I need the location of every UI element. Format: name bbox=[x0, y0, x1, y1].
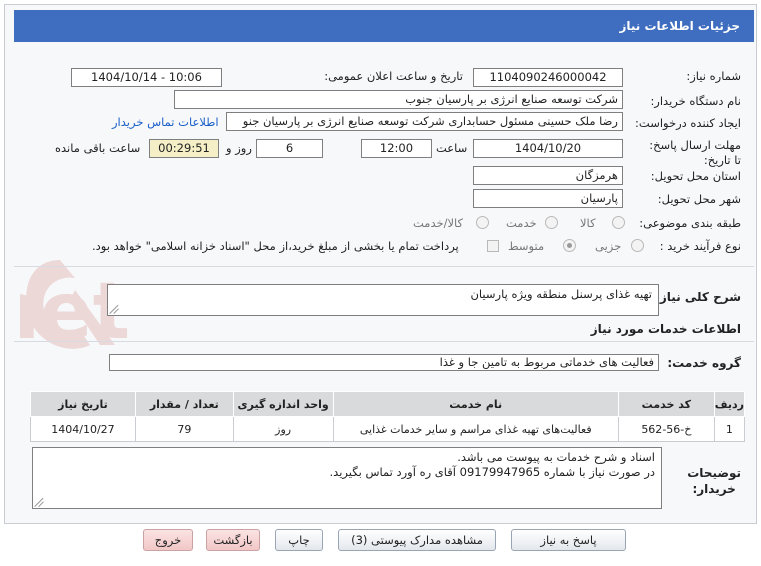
print-button[interactable]: چاپ bbox=[275, 529, 323, 551]
time-label: ساعت bbox=[436, 141, 468, 155]
category-goods-radio[interactable] bbox=[612, 216, 625, 229]
buyer-notes-textarea[interactable]: اسناد و شرح خدمات به پیوست می باشد. در ص… bbox=[32, 447, 662, 509]
days-label: روز و bbox=[226, 141, 252, 155]
summary-label: شرح کلی نیاز: bbox=[655, 290, 741, 304]
view-attachments-button[interactable]: مشاهده مدارک پیوستی (3) bbox=[338, 529, 496, 551]
summary-textarea[interactable]: تهیه غذای پرسنل منطقه ویژه پارسیان bbox=[107, 284, 659, 316]
buyer-notes-label-1: توضیحات bbox=[687, 466, 741, 480]
services-title: اطلاعات خدمات مورد نیاز bbox=[590, 322, 741, 336]
cell-code: خ-56-562 bbox=[617, 416, 715, 442]
city-label: شهر محل تحویل: bbox=[657, 192, 741, 206]
category-label: طبقه بندی موضوعی: bbox=[639, 216, 741, 230]
deadline-label: مهلت ارسال پاسخ: تا تاریخ: bbox=[649, 138, 741, 167]
col-date: تاریخ نیاز bbox=[30, 391, 136, 417]
cell-qty: 79 bbox=[134, 416, 234, 442]
treasury-payment-checkbox[interactable] bbox=[487, 240, 499, 252]
announce-label: تاریخ و ساعت اعلان عمومی: bbox=[324, 69, 463, 83]
deadline-time-field: 12:00 bbox=[361, 139, 432, 158]
table-row: 1 خ-56-562 فعالیت‌های تهیه غذای مراسم و … bbox=[30, 416, 746, 442]
exit-button[interactable]: خروج bbox=[143, 529, 193, 551]
requester-label: ایجاد کننده درخواست: bbox=[635, 116, 741, 130]
resize-grip-icon[interactable] bbox=[35, 498, 44, 507]
process-minor-radio[interactable] bbox=[631, 239, 644, 252]
province-label: استان محل تحویل: bbox=[650, 169, 741, 183]
col-qty: تعداد / مقدار bbox=[134, 391, 234, 417]
service-group-label: گروه خدمت: bbox=[667, 356, 741, 370]
col-unit: واحد اندازه گیری bbox=[232, 391, 334, 417]
cell-unit: روز bbox=[232, 416, 334, 442]
summary-text: تهیه غذای پرسنل منطقه ویژه پارسیان bbox=[470, 287, 652, 301]
cell-date: 1404/10/27 bbox=[30, 416, 136, 442]
process-minor-label: جزیی bbox=[595, 239, 622, 253]
cell-row: 1 bbox=[713, 416, 746, 442]
category-goods-label: کالا bbox=[580, 216, 596, 230]
city-field: پارسیان bbox=[473, 189, 623, 208]
buyer-notes-line-2: در صورت نیاز با شماره 09179947965 آقای ر… bbox=[329, 465, 655, 479]
table-header-row: ردیف کد خدمت نام خدمت واحد اندازه گیری ت… bbox=[30, 391, 746, 417]
col-name: نام خدمت bbox=[332, 391, 619, 417]
buyer-notes-line-1: اسناد و شرح خدمات به پیوست می باشد. bbox=[457, 450, 655, 464]
process-medium-radio[interactable] bbox=[563, 239, 576, 252]
cell-name: فعالیت‌های تهیه غذای مراسم و سایر خدمات … bbox=[332, 416, 619, 442]
services-table: ردیف کد خدمت نام خدمت واحد اندازه گیری ت… bbox=[30, 391, 746, 442]
remaining-label: ساعت باقی مانده bbox=[55, 141, 141, 155]
requester-field: رضا ملک حسینی مسئول حسابداری شرکت توسعه … bbox=[226, 112, 623, 131]
process-medium-label: متوسط bbox=[508, 239, 545, 253]
buyer-org-label: نام دستگاه خریدار: bbox=[650, 94, 741, 108]
buyer-notes-label: توضیحات خریدار: bbox=[687, 465, 741, 497]
contact-info-link[interactable]: اطلاعات تماس خریدار bbox=[112, 115, 219, 129]
process-label: نوع فرآیند خرید : bbox=[659, 239, 741, 253]
resize-grip-icon[interactable] bbox=[110, 305, 119, 314]
category-goods-service-radio[interactable] bbox=[476, 216, 489, 229]
col-row: ردیف bbox=[713, 391, 746, 417]
need-number-label: شماره نیاز: bbox=[686, 69, 741, 83]
reply-button[interactable]: پاسخ به نیاز bbox=[511, 529, 626, 551]
remaining-time-field: 00:29:51 bbox=[149, 139, 219, 158]
buyer-org-field: شرکت توسعه صنایع انرژی بر پارسیان جنوب bbox=[174, 90, 623, 109]
divider bbox=[14, 266, 754, 267]
category-service-label: خدمت bbox=[506, 216, 537, 230]
deadline-date-field: 1404/10/20 bbox=[473, 139, 623, 158]
announce-field: 1404/10/14 - 10:06 bbox=[71, 68, 222, 87]
buyer-notes-label-2: خریدار: bbox=[692, 482, 736, 496]
days-field: 6 bbox=[256, 139, 323, 158]
province-field: هرمزگان bbox=[473, 166, 623, 185]
service-group-field: فعالیت های خدماتی مربوط به تامین جا و غذ… bbox=[109, 354, 659, 371]
back-button[interactable]: بازگشت bbox=[206, 529, 260, 551]
page-title: جزئیات اطلاعات نیاز bbox=[14, 10, 754, 42]
divider bbox=[14, 341, 754, 342]
category-goods-service-label: کالا/خدمت bbox=[413, 216, 464, 230]
treasury-payment-note: پرداخت تمام یا بخشی از مبلغ خرید،از محل … bbox=[92, 239, 459, 253]
category-service-radio[interactable] bbox=[545, 216, 558, 229]
need-number-field: 1104090246000042 bbox=[473, 68, 623, 87]
col-code: کد خدمت bbox=[617, 391, 715, 417]
